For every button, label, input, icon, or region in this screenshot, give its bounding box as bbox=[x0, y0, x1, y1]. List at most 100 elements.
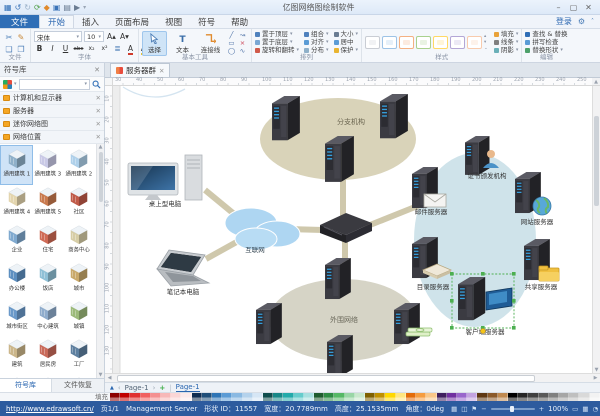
color-swatch[interactable] bbox=[151, 393, 161, 401]
color-swatch[interactable] bbox=[181, 393, 191, 401]
zoom-level[interactable]: 100% bbox=[548, 405, 568, 413]
color-swatch[interactable] bbox=[437, 393, 447, 401]
login-link[interactable]: 登录 bbox=[556, 16, 572, 27]
symbol-search-input[interactable]: ▾ bbox=[19, 79, 90, 90]
ca-server-node[interactable]: 证书颁发机构 bbox=[465, 136, 507, 180]
symbol-item[interactable]: 城市街区 bbox=[1, 298, 32, 336]
view-normal-icon[interactable]: ▦ bbox=[451, 405, 457, 413]
style-swatch[interactable] bbox=[467, 36, 482, 49]
shrink-font-icon[interactable]: A▾ bbox=[119, 32, 130, 42]
symbol-item[interactable]: 城市 bbox=[64, 260, 95, 298]
color-swatch[interactable] bbox=[447, 393, 457, 401]
present-button[interactable]: ▶ bbox=[74, 2, 80, 13]
desktop-node[interactable]: 桌上型电脑 bbox=[128, 155, 202, 208]
line-tool-icon[interactable]: ╱ bbox=[230, 31, 234, 39]
color-swatch[interactable] bbox=[590, 393, 600, 401]
style-swatch[interactable] bbox=[416, 36, 431, 49]
collapse-ribbon-icon[interactable]: ˄ bbox=[591, 18, 594, 25]
symbol-item[interactable] bbox=[32, 374, 63, 378]
page-tab-active[interactable]: Page-1 bbox=[176, 383, 200, 392]
color-swatch[interactable] bbox=[385, 393, 395, 401]
color-swatch[interactable] bbox=[365, 393, 375, 401]
undo-button[interactable]: ↺ bbox=[15, 2, 22, 13]
bring-to-front-button[interactable]: 置于顶层▾ bbox=[255, 31, 299, 38]
color-swatch[interactable] bbox=[192, 393, 202, 401]
section-servers[interactable]: 服务器✕ bbox=[0, 105, 104, 118]
drawing-canvas[interactable]: 分支机构 外围网络 bbox=[113, 86, 592, 373]
rotation-handle[interactable] bbox=[481, 329, 486, 334]
font-size-select[interactable]: 10▾ bbox=[84, 31, 104, 42]
line-button[interactable]: 线条▾ bbox=[494, 39, 519, 46]
symbol-item[interactable]: 通用建筑 4 bbox=[1, 184, 32, 222]
format-painter-icon[interactable]: ✎ bbox=[18, 33, 25, 42]
add-page-button[interactable]: + bbox=[159, 384, 165, 392]
horizontal-scrollbar[interactable]: ◀ ▶ bbox=[105, 373, 600, 382]
symbol-item[interactable]: 通用建筑 3 bbox=[32, 146, 63, 184]
size-button[interactable]: 大小▾ bbox=[334, 31, 359, 38]
library-dropdown-icon[interactable]: ▾ bbox=[14, 81, 17, 87]
symbol-item[interactable]: 城镇 bbox=[64, 298, 95, 336]
color-swatch[interactable] bbox=[518, 393, 528, 401]
server-perimeter-left[interactable] bbox=[256, 303, 282, 344]
vertical-scrollbar[interactable]: ▼ bbox=[592, 86, 600, 373]
color-swatch[interactable] bbox=[426, 393, 436, 401]
symbol-item[interactable]: 商务中心 bbox=[64, 222, 95, 260]
server-branch-right[interactable] bbox=[380, 94, 408, 138]
color-swatch[interactable] bbox=[569, 393, 579, 401]
server-perimeter-right[interactable] bbox=[394, 303, 432, 344]
color-swatch[interactable] bbox=[141, 393, 151, 401]
search-icon[interactable] bbox=[92, 80, 101, 89]
grow-font-icon[interactable]: A▴ bbox=[106, 32, 117, 42]
symbol-item[interactable]: 办公楼 bbox=[1, 260, 32, 298]
page-prev-icon[interactable]: ‹ bbox=[118, 384, 121, 392]
redo-button[interactable]: ↻ bbox=[24, 2, 31, 13]
magnifier-icon[interactable]: ◔ bbox=[592, 405, 598, 413]
vscroll-up-icon[interactable]: ▲ bbox=[592, 78, 600, 86]
edrawsoft-link[interactable]: http://www.edrawsoft.cn/ bbox=[6, 405, 94, 413]
tab-home[interactable]: 开始 bbox=[39, 15, 74, 28]
color-swatch[interactable] bbox=[457, 393, 467, 401]
color-swatch[interactable] bbox=[498, 393, 508, 401]
maximize-button[interactable]: ▢ bbox=[566, 3, 581, 12]
rect-tool-icon[interactable]: ▭ bbox=[228, 39, 234, 47]
symbol-item[interactable]: 中心建筑 bbox=[32, 298, 63, 336]
tab-insert[interactable]: 插入 bbox=[74, 15, 107, 28]
color-swatch[interactable] bbox=[508, 393, 518, 401]
section-close-icon[interactable]: ✕ bbox=[96, 94, 101, 102]
document-tab[interactable]: 服务器群 ✕ bbox=[110, 63, 170, 77]
color-swatch[interactable] bbox=[273, 393, 283, 401]
color-swatch[interactable] bbox=[314, 393, 324, 401]
style-up-icon[interactable]: ▴ bbox=[484, 34, 488, 39]
color-swatch[interactable] bbox=[283, 393, 293, 401]
minimize-button[interactable]: – bbox=[551, 3, 566, 12]
symbol-item[interactable]: 企业 bbox=[1, 222, 32, 260]
color-swatch[interactable] bbox=[120, 393, 130, 401]
color-swatch[interactable] bbox=[477, 393, 487, 401]
section-close-icon[interactable]: ✕ bbox=[96, 133, 101, 141]
symbol-item[interactable]: 通用建筑 5 bbox=[32, 184, 63, 222]
color-swatch[interactable] bbox=[161, 393, 171, 401]
group-button[interactable]: 组合▾ bbox=[304, 31, 329, 38]
align-button[interactable]: 对齐▾ bbox=[304, 39, 329, 46]
style-swatch[interactable] bbox=[433, 36, 448, 49]
color-swatch[interactable] bbox=[130, 393, 140, 401]
panel-scrollbar[interactable]: ▲▼ bbox=[96, 144, 104, 378]
color-swatch[interactable] bbox=[345, 393, 355, 401]
symbol-item[interactable]: 工厂 bbox=[64, 336, 95, 374]
symbol-item[interactable]: 通用建筑 2 bbox=[64, 146, 95, 184]
color-swatch[interactable] bbox=[202, 393, 212, 401]
color-swatch[interactable] bbox=[324, 393, 334, 401]
internet-cloud[interactable]: 互联网 bbox=[225, 208, 300, 254]
center-button[interactable]: 居中 bbox=[334, 39, 359, 46]
erase-tool-icon[interactable]: × bbox=[240, 39, 245, 47]
panel-tab-symbols[interactable]: 符号库 bbox=[0, 379, 52, 392]
grid-icon[interactable]: ▦ bbox=[582, 405, 588, 413]
symbol-item[interactable]: 通用建筑 1 bbox=[1, 146, 32, 184]
color-swatch[interactable] bbox=[212, 393, 222, 401]
export-button[interactable]: ◆ bbox=[44, 2, 50, 13]
style-swatch[interactable] bbox=[365, 36, 380, 49]
send-to-back-button[interactable]: 置于底层▾ bbox=[255, 39, 299, 46]
find-replace-button[interactable]: 查找 & 替换 bbox=[525, 31, 567, 38]
section-close-icon[interactable]: ✕ bbox=[96, 120, 101, 128]
server-branch-center[interactable] bbox=[325, 136, 354, 182]
